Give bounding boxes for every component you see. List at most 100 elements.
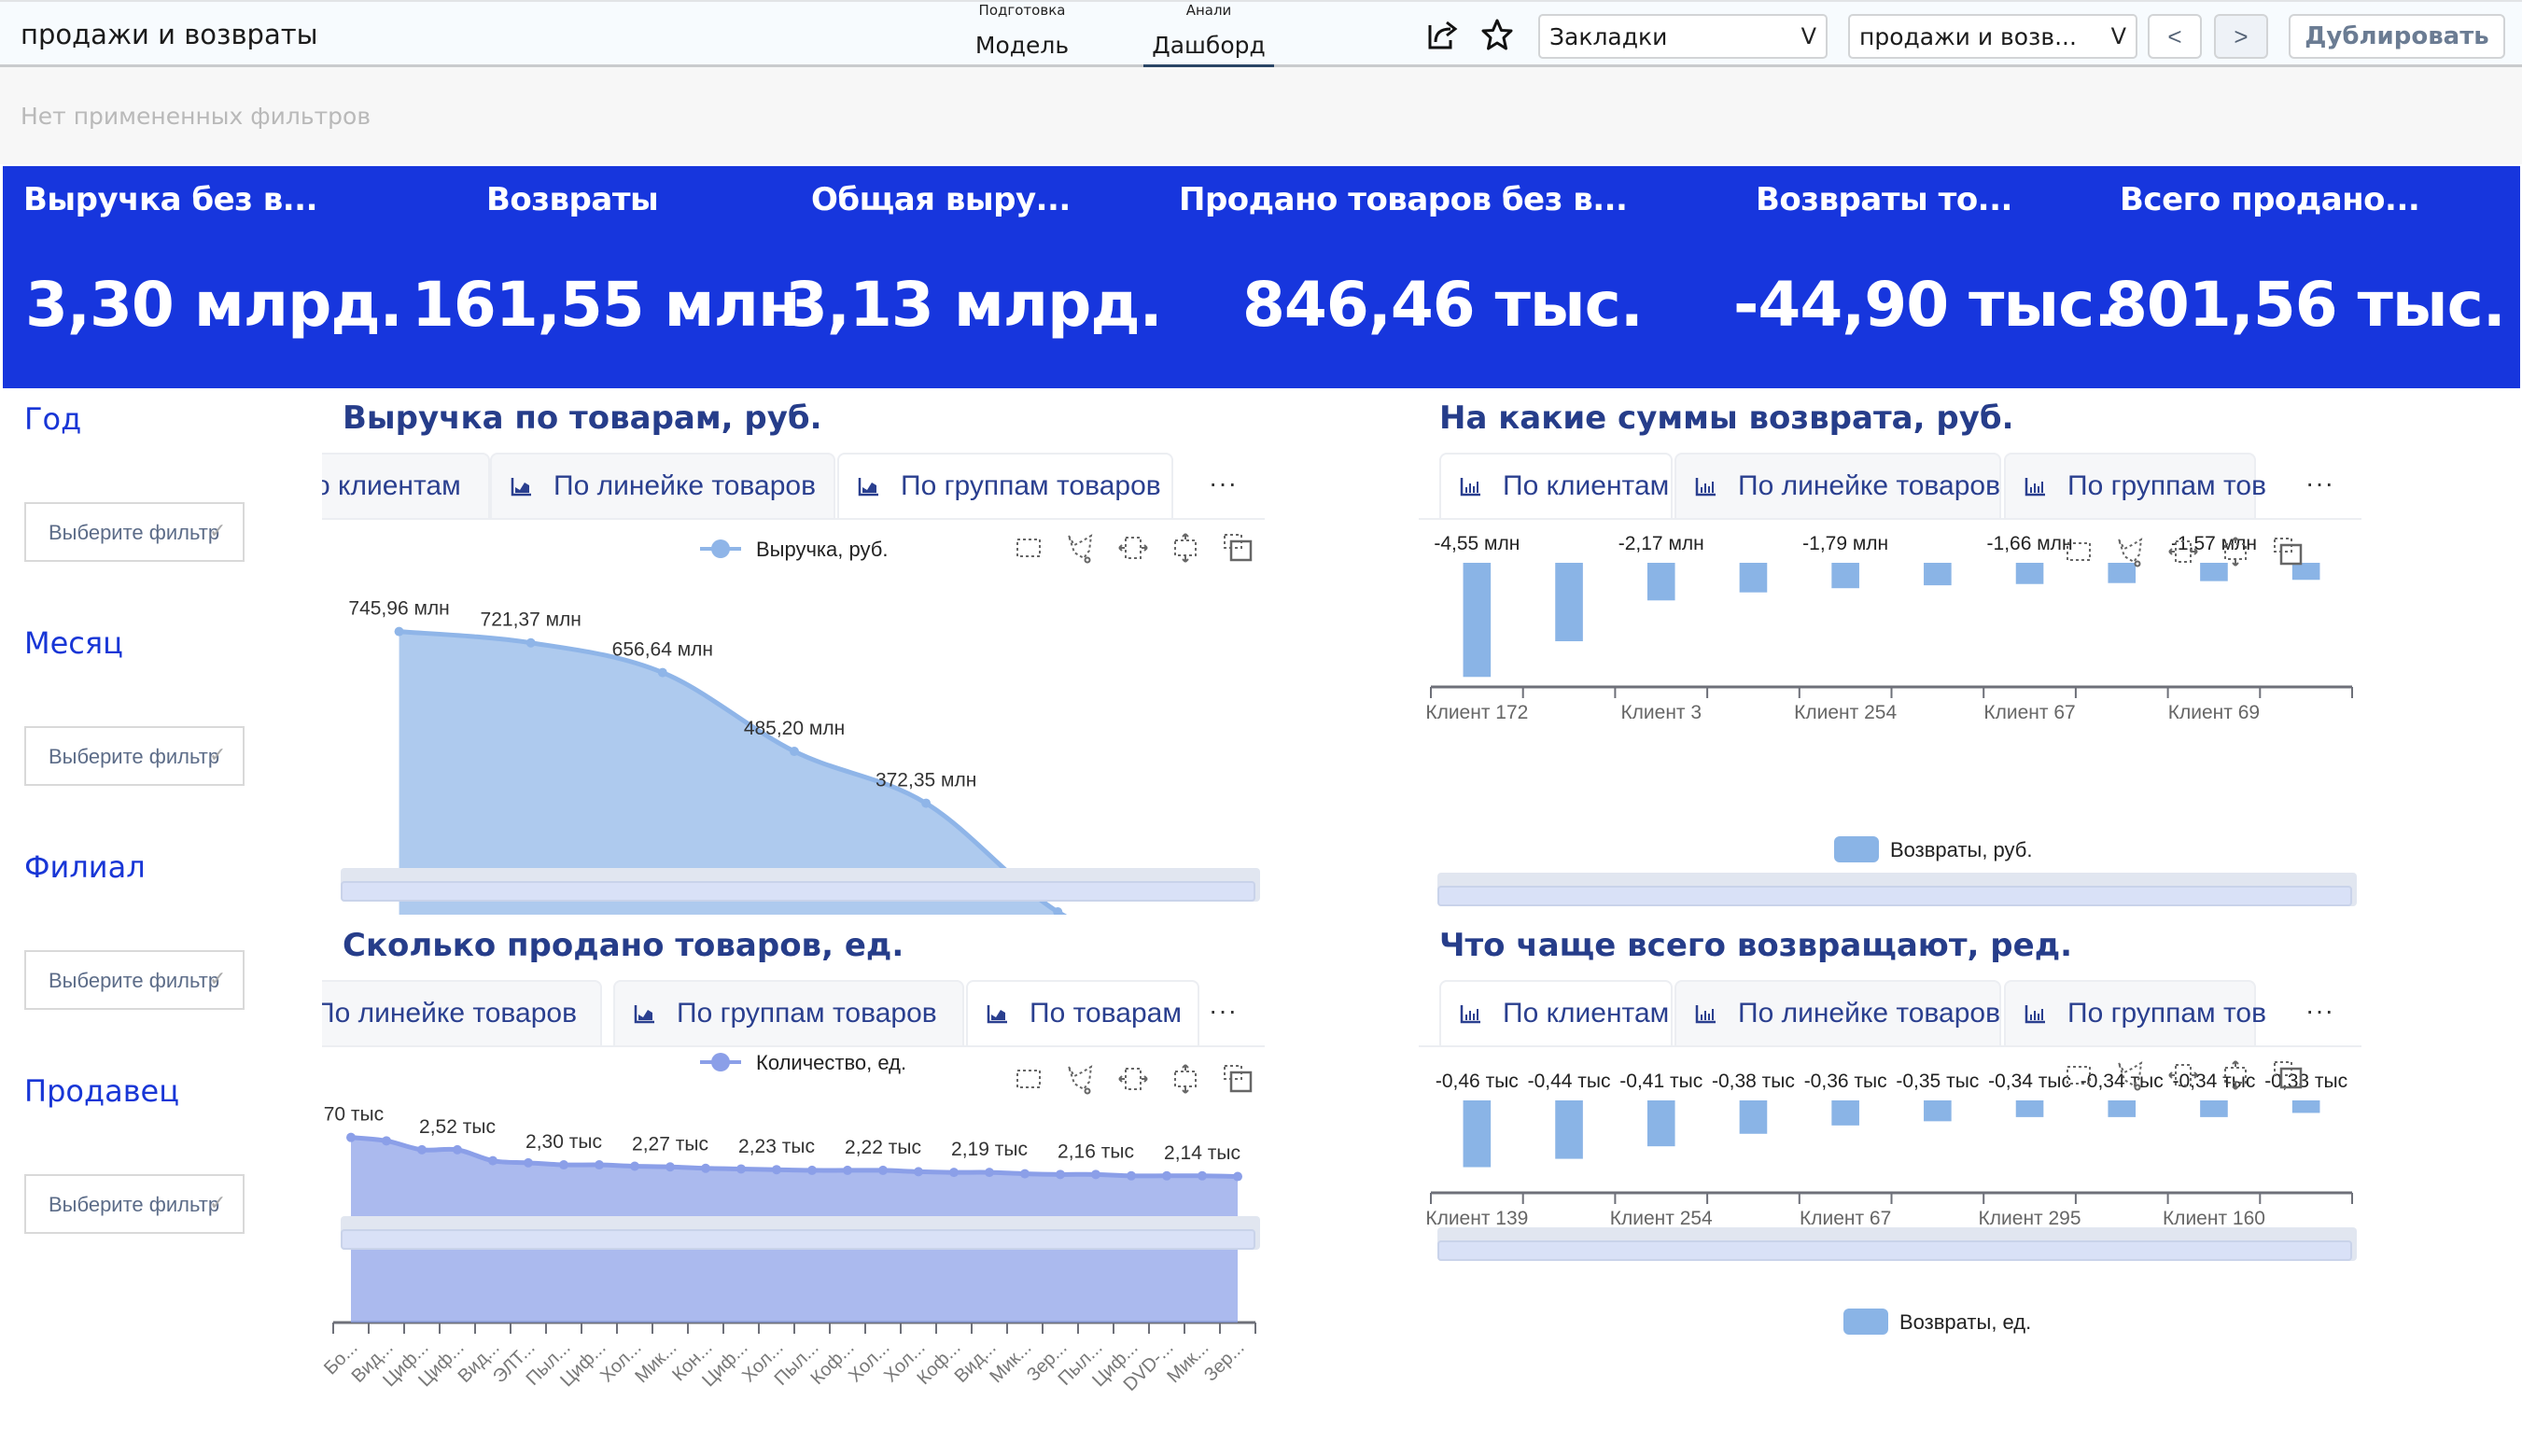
nav-section-label: Анали <box>1185 2 1232 19</box>
data-zoom-slider[interactable] <box>341 1216 1260 1250</box>
dashboard-select[interactable]: продажи и возв... V <box>1848 14 2137 59</box>
widget-tab[interactable]: По товарам <box>966 980 1199 1045</box>
next-button[interactable]: > <box>2214 14 2268 59</box>
data-label: -0,41 тыс <box>1619 1071 1702 1092</box>
data-label: 2,22 тыс <box>845 1137 921 1158</box>
more-tabs-button[interactable]: ··· <box>1209 996 1238 1026</box>
vertical-zoom-icon[interactable] <box>2220 1059 2251 1091</box>
lasso-select-icon[interactable] <box>2115 536 2147 567</box>
more-tabs-button[interactable]: ··· <box>2305 996 2334 1026</box>
widget-tab[interactable]: По линейке товаров <box>1674 980 2001 1045</box>
data-label: -0,36 тыс <box>1804 1071 1887 1092</box>
widget-tab[interactable]: По клиентам <box>1439 453 1673 518</box>
widget-revenue: Выручка по товарам, руб. о клиентам По лин… <box>322 392 1265 915</box>
vertical-zoom-icon[interactable] <box>1170 532 1201 564</box>
vertical-zoom-icon[interactable] <box>1170 1063 1201 1095</box>
horizontal-zoom-icon[interactable] <box>2167 536 2199 567</box>
filter-select-seller[interactable]: Выберите фильтр ✓ <box>24 1174 245 1234</box>
x-axis-label: Клиент 160 <box>2163 1208 2265 1229</box>
nav-tab-dashboard[interactable]: Анали Дашборд <box>1143 2 1274 69</box>
duplicate-button[interactable]: Дублировать <box>2289 14 2505 59</box>
widget-tab[interactable]: По группам товаров <box>613 980 964 1045</box>
data-point <box>807 1165 817 1175</box>
star-icon[interactable] <box>1480 18 1514 51</box>
dashboard-select-value: продажи и возв... <box>1859 23 2077 50</box>
data-label: -0,38 тыс <box>1712 1071 1795 1092</box>
reset-zoom-icon[interactable] <box>2272 1059 2304 1091</box>
reset-zoom-icon[interactable] <box>2272 536 2304 567</box>
data-zoom-window[interactable] <box>1437 1240 2352 1261</box>
data-zoom-slider[interactable] <box>341 868 1260 902</box>
widget-tab-label: о клиентам <box>322 470 461 501</box>
data-point <box>790 747 799 757</box>
filter-select-branch[interactable]: Выберите фильтр ✓ <box>24 950 245 1010</box>
horizontal-zoom-icon[interactable] <box>2167 1059 2199 1091</box>
data-point <box>559 1160 568 1170</box>
x-axis-label: Зер... <box>1200 1337 1249 1386</box>
data-zoom-window[interactable] <box>341 881 1255 902</box>
horizontal-zoom-icon[interactable] <box>1117 532 1149 564</box>
data-point <box>666 1162 675 1172</box>
data-label: 2,52 тыс <box>419 1116 496 1138</box>
rect-select-icon[interactable] <box>2063 1059 2095 1091</box>
previous-button[interactable]: < <box>2148 14 2202 59</box>
filter-select-year[interactable]: Выберите фильтр ✓ <box>24 502 245 562</box>
rect-select-icon[interactable] <box>2063 536 2095 567</box>
share-icon[interactable] <box>1426 18 1460 51</box>
bar <box>2291 1100 2320 1113</box>
widget-title: Выручка по товарам, руб. <box>343 399 822 437</box>
kpi-label: Возвраты то... <box>1756 181 2012 218</box>
data-label: ,70 тыс <box>322 1104 384 1126</box>
data-zoom-slider[interactable] <box>1437 1227 2357 1261</box>
widget-tab[interactable]: По группам тов <box>2004 980 2266 1045</box>
bar <box>1463 563 1492 678</box>
legend-swatch-icon <box>1843 1309 1888 1335</box>
widget-tab[interactable]: По группам тов <box>2004 453 2266 518</box>
app-header: продажи и возвраты Подготовка Модель дан… <box>0 0 2522 86</box>
data-label: 2,16 тыс <box>1058 1141 1134 1162</box>
rect-select-icon[interactable] <box>1013 1063 1044 1095</box>
rect-select-icon[interactable] <box>1013 532 1044 564</box>
vertical-zoom-icon[interactable] <box>2220 536 2251 567</box>
widget-returns_qty: Что чаще всего возвращают, ред. По клиент… <box>1419 919 2361 1419</box>
legend-label: Возвраты, руб. <box>1890 838 2033 861</box>
data-label: 2,27 тыс <box>632 1133 708 1155</box>
data-point <box>914 1167 923 1177</box>
lasso-select-icon[interactable] <box>1065 1063 1097 1095</box>
filter-select-month[interactable]: Выберите фильтр ✓ <box>24 726 245 786</box>
widget-tab-label: По линейке товаров <box>1738 470 2001 501</box>
data-label: 2,23 тыс <box>738 1136 815 1157</box>
reset-zoom-icon[interactable] <box>1222 532 1254 564</box>
data-zoom-slider[interactable] <box>1437 873 2357 906</box>
data-point <box>1020 1169 1030 1179</box>
widget-tab[interactable]: По клиентам <box>1439 980 1673 1045</box>
bar <box>1463 1100 1492 1168</box>
widget-tab[interactable]: По группам товаров <box>837 453 1173 518</box>
horizontal-zoom-icon[interactable] <box>1117 1063 1149 1095</box>
widget-tab-label: По клиентам <box>1503 470 1670 501</box>
data-point <box>1162 1170 1171 1181</box>
widget-returns_sum: На какие суммы возврата, руб. По клиентам… <box>1419 392 2361 915</box>
widget-tab[interactable]: о клиентам <box>322 453 490 518</box>
kpi-label: Всего продано... <box>2120 181 2420 218</box>
widget-tab[interactable]: По линейке товаров <box>490 453 835 518</box>
more-tabs-button[interactable]: ··· <box>2305 469 2334 498</box>
bar <box>1831 1100 1859 1126</box>
widget-tab-label: По группам товаров <box>901 470 1161 501</box>
data-zoom-window[interactable] <box>341 1229 1255 1250</box>
widget-tab[interactable]: По линейке товаров <box>322 980 602 1045</box>
data-point <box>595 1160 604 1170</box>
reset-zoom-icon[interactable] <box>1222 1063 1254 1095</box>
check-icon: ✓ <box>209 967 227 990</box>
legend-marker-icon <box>711 539 730 558</box>
data-point <box>949 1168 959 1178</box>
more-tabs-button[interactable]: ··· <box>1209 469 1238 498</box>
bookmarks-select[interactable]: Закладки V <box>1538 14 1828 59</box>
chevron-down-icon: V <box>1800 23 1816 49</box>
widget-tab[interactable]: По линейке товаров <box>1674 453 2001 518</box>
lasso-select-icon[interactable] <box>1065 532 1097 564</box>
lasso-select-icon[interactable] <box>2115 1059 2147 1091</box>
data-zoom-window[interactable] <box>1437 886 2352 906</box>
widget-tabs: По клиентам По линейке товаров По группам … <box>1419 980 2361 1047</box>
legend-label: Количество, ед. <box>756 1051 906 1074</box>
